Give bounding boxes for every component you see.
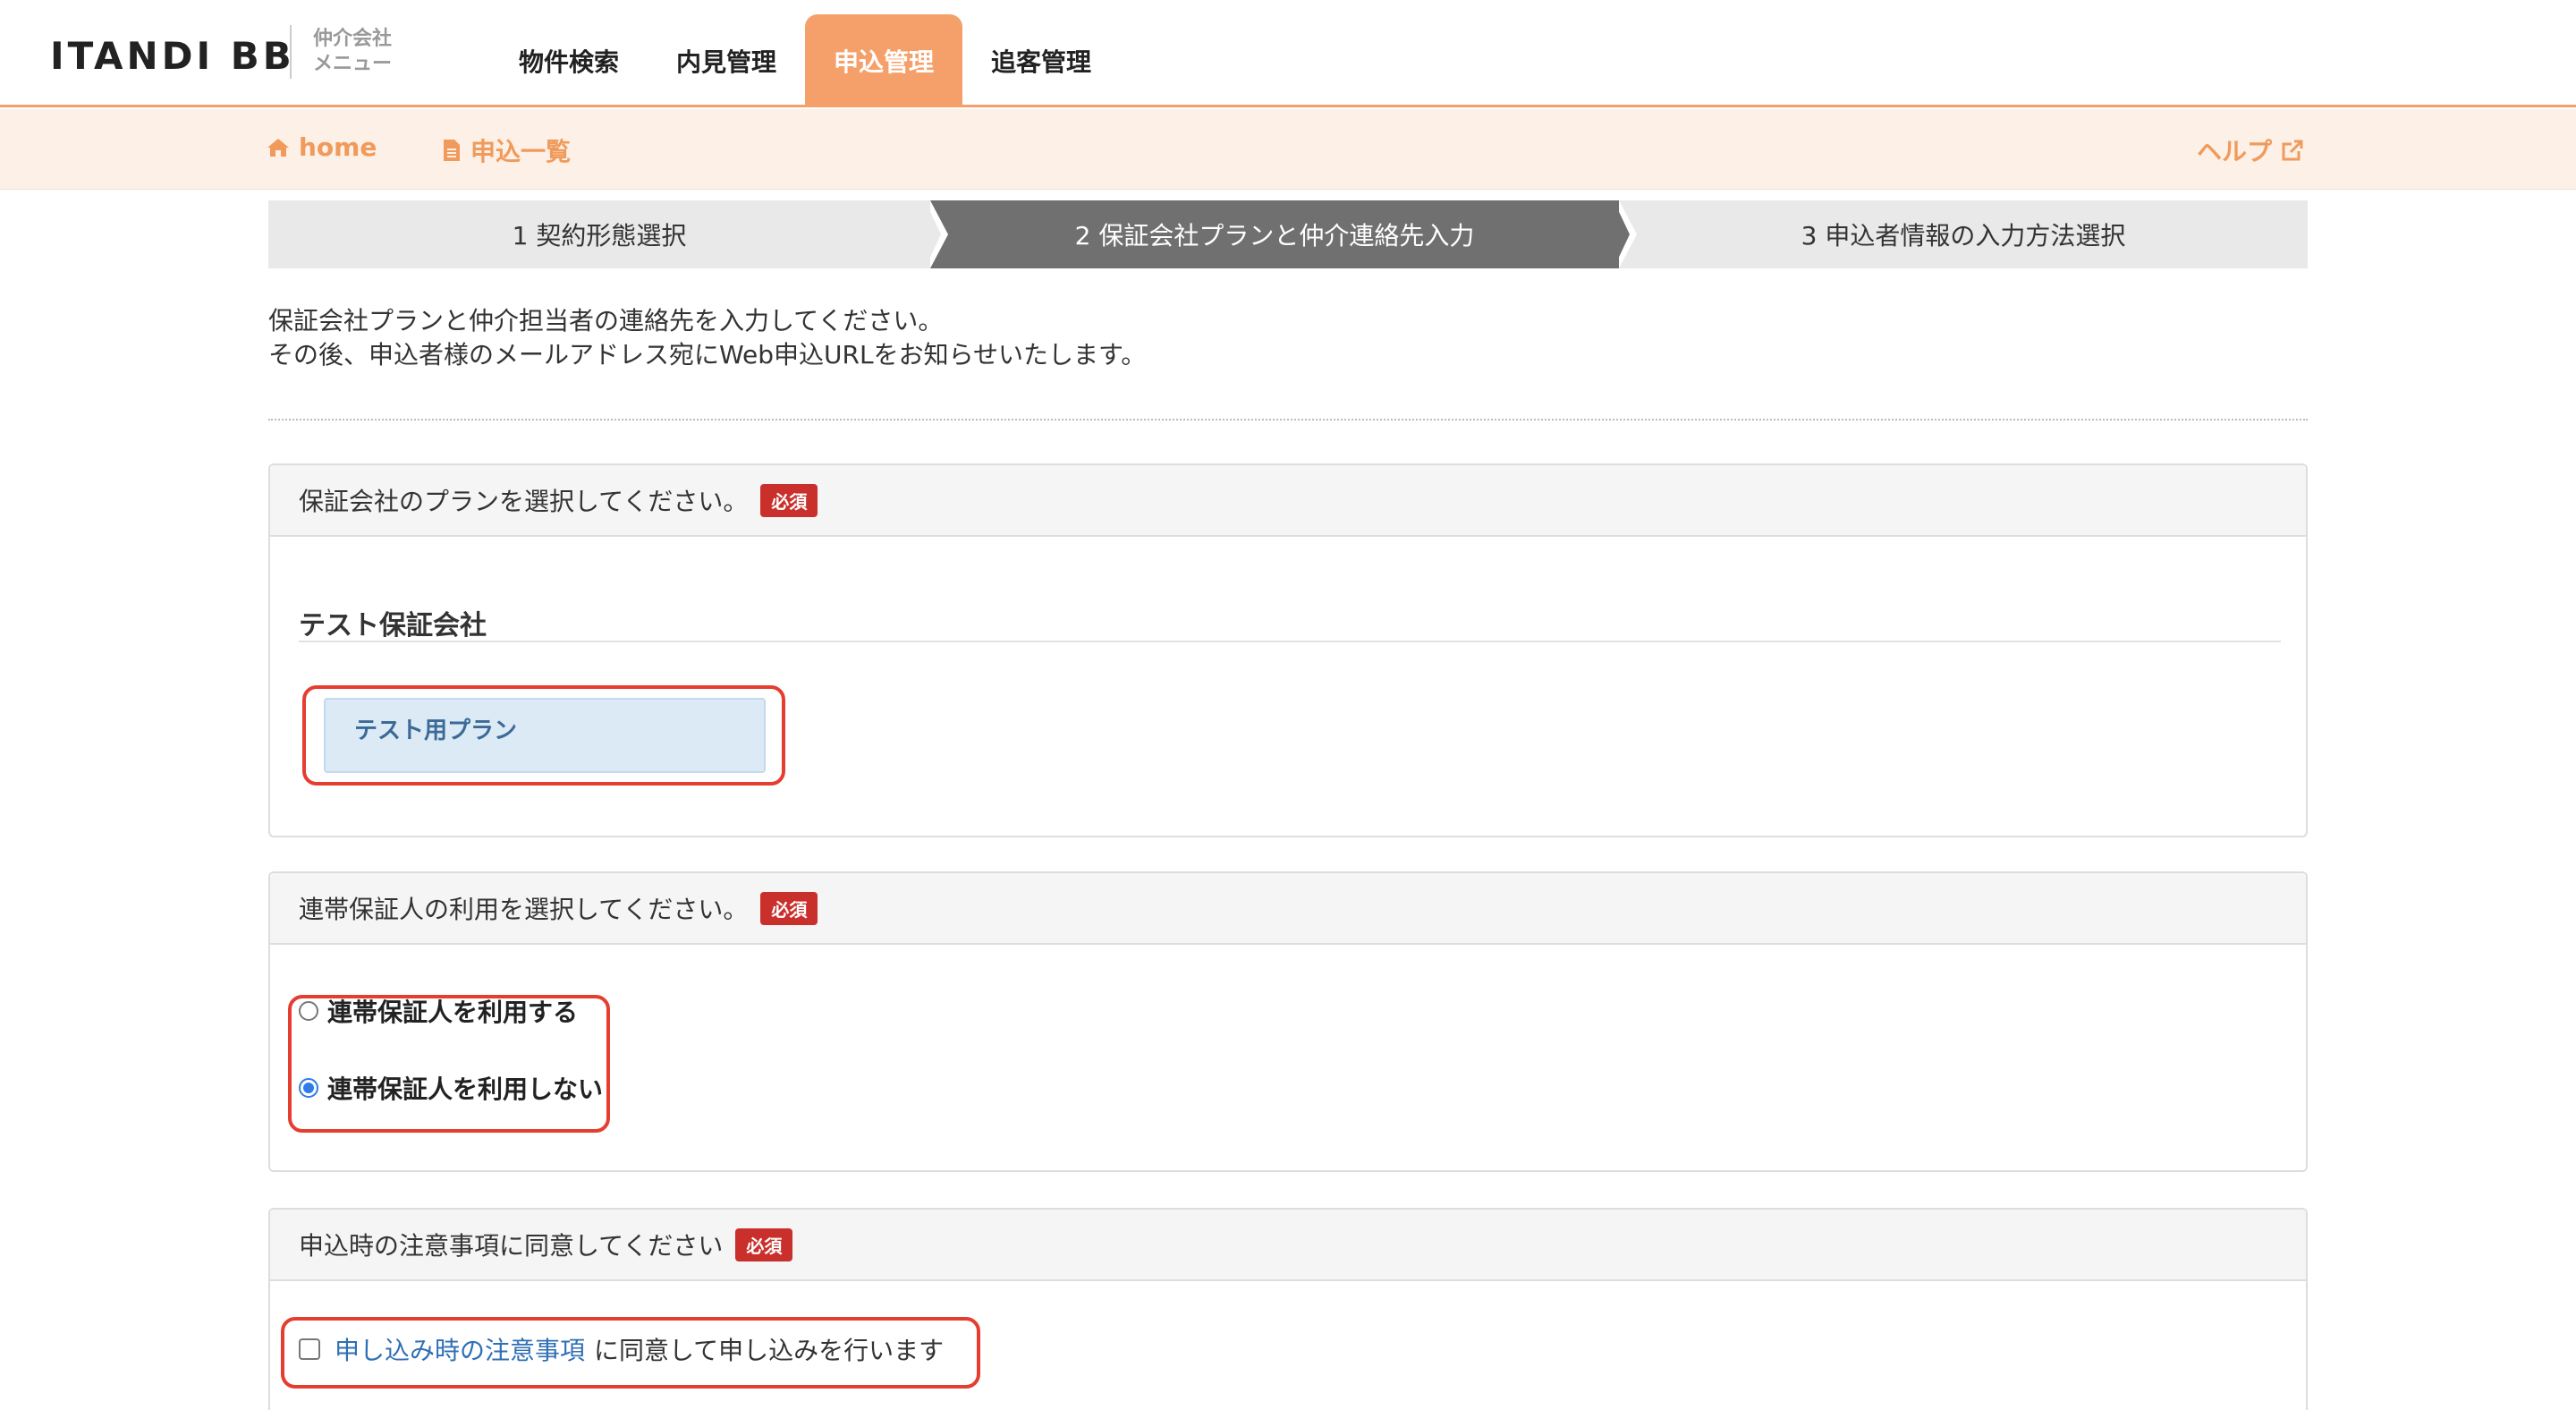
panel-heading: 申込時の注意事項に同意してください 必須 xyxy=(270,1210,2306,1281)
terms-agree-text: に同意して申し込みを行います xyxy=(594,1336,945,1365)
test-plan-button[interactable]: テスト用プラン xyxy=(324,698,766,773)
panel-title: 保証会社のプランを選択してください。 xyxy=(299,487,749,516)
menu-label-line1: 仲介会社 xyxy=(313,28,393,50)
panel-title: 連帯保証人の利用を選択してください。 xyxy=(299,895,749,924)
tab-property-search[interactable]: 物件検索 xyxy=(490,14,648,107)
application-list-label: 申込一覧 xyxy=(470,137,572,166)
required-badge: 必須 xyxy=(735,1227,793,1261)
use-guarantor-option[interactable]: 連帯保証人を利用する xyxy=(299,993,578,1029)
no-guarantor-option[interactable]: 連帯保証人を利用しない xyxy=(299,1070,603,1106)
step-separator xyxy=(1614,200,1630,268)
tab-application-management[interactable]: 申込管理 xyxy=(805,14,963,107)
required-badge: 必須 xyxy=(760,891,818,925)
menu-label-line2: メニュー xyxy=(313,53,393,75)
guarantor-company-name: テスト保証会社 xyxy=(299,610,487,641)
terms-agree-checkbox[interactable] xyxy=(299,1338,320,1360)
help-link[interactable]: ヘルプ xyxy=(2197,132,2304,168)
required-badge: 必須 xyxy=(760,483,818,517)
no-guarantor-radio[interactable] xyxy=(299,1078,318,1098)
top-header: ITANDI BB 仲介会社 メニュー 物件検索 内見管理 申込管理 追客管理 xyxy=(0,0,2576,107)
guarantor-plan-panel: 保証会社のプランを選択してください。 必須 テスト保証会社 テスト用プラン xyxy=(268,463,2308,837)
instruction-line-1: 保証会社プランと仲介担当者の連絡先を入力してください。 xyxy=(268,306,944,336)
sub-header: home 申込一覧 ヘルプ xyxy=(0,109,2576,190)
help-link-label: ヘルプ xyxy=(2197,137,2273,166)
tab-customer-followup[interactable]: 追客管理 xyxy=(962,14,1120,107)
terms-agreement-panel: 申込時の注意事項に同意してください 必須 申し込み時の注意事項 に同意して申し込… xyxy=(268,1208,2308,1410)
home-link-label: home xyxy=(299,132,377,162)
application-list-link[interactable]: 申込一覧 xyxy=(442,132,571,168)
instruction-line-2: その後、申込者様のメールアドレス宛にWeb申込URLをお知らせいたします。 xyxy=(268,340,1147,369)
tab-viewing-management[interactable]: 内見管理 xyxy=(648,14,805,107)
company-menu-label: 仲介会社 メニュー xyxy=(313,27,392,77)
step-applicant-input: 3 申込者情報の入力方法選択 xyxy=(1619,200,2308,268)
use-guarantor-label: 連帯保証人を利用する xyxy=(327,998,579,1027)
step-separator xyxy=(925,200,941,268)
joint-guarantor-panel: 連帯保証人の利用を選択してください。 必須 連帯保証人を利用する 連帯保証人を利… xyxy=(268,871,2308,1172)
use-guarantor-radio[interactable] xyxy=(299,1001,318,1021)
main-nav: 物件検索 内見管理 申込管理 追客管理 xyxy=(490,14,1120,107)
external-link-icon xyxy=(2282,140,2303,161)
panel-heading: 保証会社のプランを選択してください。 必須 xyxy=(270,465,2306,537)
home-link[interactable]: home xyxy=(267,132,377,162)
instructions: 保証会社プランと仲介担当者の連絡先を入力してください。 その後、申込者様のメール… xyxy=(268,304,1146,372)
panel-title: 申込時の注意事項に同意してください xyxy=(299,1231,724,1261)
no-guarantor-label: 連帯保証人を利用しない xyxy=(327,1074,604,1104)
panel-heading: 連帯保証人の利用を選択してください。 必須 xyxy=(270,873,2306,945)
home-icon xyxy=(267,138,289,157)
itandi-bb-logo[interactable]: ITANDI BB xyxy=(50,34,295,78)
document-icon xyxy=(444,140,460,161)
company-underline xyxy=(299,641,2281,642)
section-divider xyxy=(268,419,2308,420)
terms-agree-row: 申し込み時の注意事項 に同意して申し込みを行います xyxy=(299,1331,944,1367)
terms-link[interactable]: 申し込み時の注意事項 xyxy=(335,1331,585,1367)
step-contract-type: 1 契約形態選択 xyxy=(268,200,930,268)
progress-steps: 1 契約形態選択 2 保証会社プランと仲介連絡先入力 3 申込者情報の入力方法選… xyxy=(268,200,2308,268)
logo-divider xyxy=(290,25,292,79)
step-guarantor-plan: 2 保証会社プランと仲介連絡先入力 xyxy=(930,200,1619,268)
